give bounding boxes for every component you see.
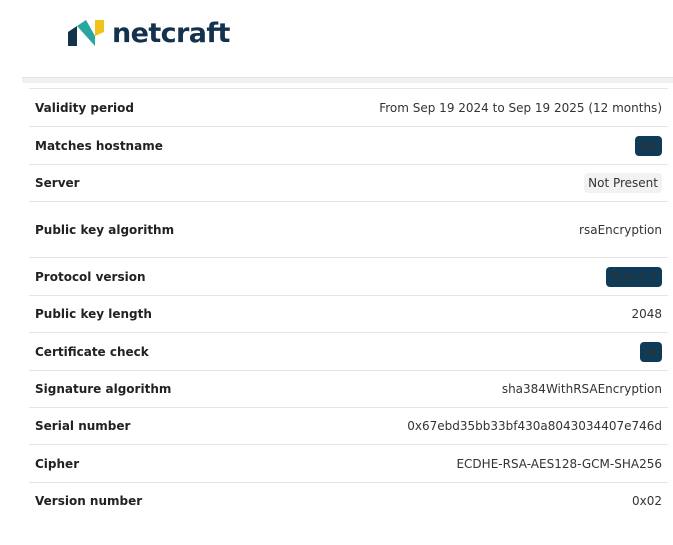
row-label: Validity period <box>35 100 134 115</box>
table-row: Certificate check ok <box>29 332 668 370</box>
row-label: Public key length <box>35 307 152 321</box>
table-row: Matches hostname Yes <box>29 126 668 164</box>
site-header: netcraft <box>0 0 673 78</box>
status-badge: Yes <box>634 135 662 156</box>
status-badge: Not Present <box>584 173 662 193</box>
header-divider <box>22 77 673 83</box>
row-value: ECDHE-RSA-AES128-GCM-SHA256 <box>456 456 662 471</box>
table-row: Server Not Present <box>29 164 668 201</box>
row-label: Server <box>35 176 80 190</box>
row-label: Version number <box>35 494 143 508</box>
row-value: From Sep 19 2024 to Sep 19 2025 (12 mont… <box>379 100 662 115</box>
row-label: Public key algorithm <box>35 222 175 237</box>
table-row: Protocol version TLSv1.2 <box>29 257 668 295</box>
netcraft-logo[interactable]: netcraft <box>68 16 230 50</box>
row-value: 2048 <box>631 307 662 321</box>
row-value: rsaEncryption <box>579 222 662 237</box>
table-row: Version number 0x02 <box>29 482 668 519</box>
row-label: Protocol version <box>35 269 146 284</box>
status-badge: TLSv1.2 <box>606 266 662 287</box>
netcraft-logo-icon <box>68 20 104 46</box>
table-row: Signature algorithm sha384WithRSAEncrypti… <box>29 370 668 407</box>
brand-name: netcraft <box>112 17 230 49</box>
row-label: Matches hostname <box>35 138 163 153</box>
row-label: Cipher <box>35 456 80 471</box>
status-badge: ok <box>639 341 662 362</box>
table-row: Public key algorithm rsaEncryption <box>29 201 668 257</box>
table-row: Validity period From Sep 19 2024 to Sep 1… <box>29 88 668 126</box>
table-row: Cipher ECDHE-RSA-AES128-GCM-SHA256 <box>29 444 668 482</box>
table-row: Serial number 0x67ebd35bb33bf430a80430344… <box>29 407 668 444</box>
table-row: Public key length 2048 <box>29 295 668 332</box>
row-label: Serial number <box>35 419 131 433</box>
row-value: sha384WithRSAEncryption <box>501 382 662 396</box>
row-value: 0x02 <box>631 494 662 508</box>
row-value: 0x67ebd35bb33bf430a8043034407e746d <box>407 419 662 433</box>
certificate-details-table: Validity period From Sep 19 2024 to Sep 1… <box>29 88 668 519</box>
row-label: Signature algorithm <box>35 382 172 396</box>
row-label: Certificate check <box>35 344 149 359</box>
